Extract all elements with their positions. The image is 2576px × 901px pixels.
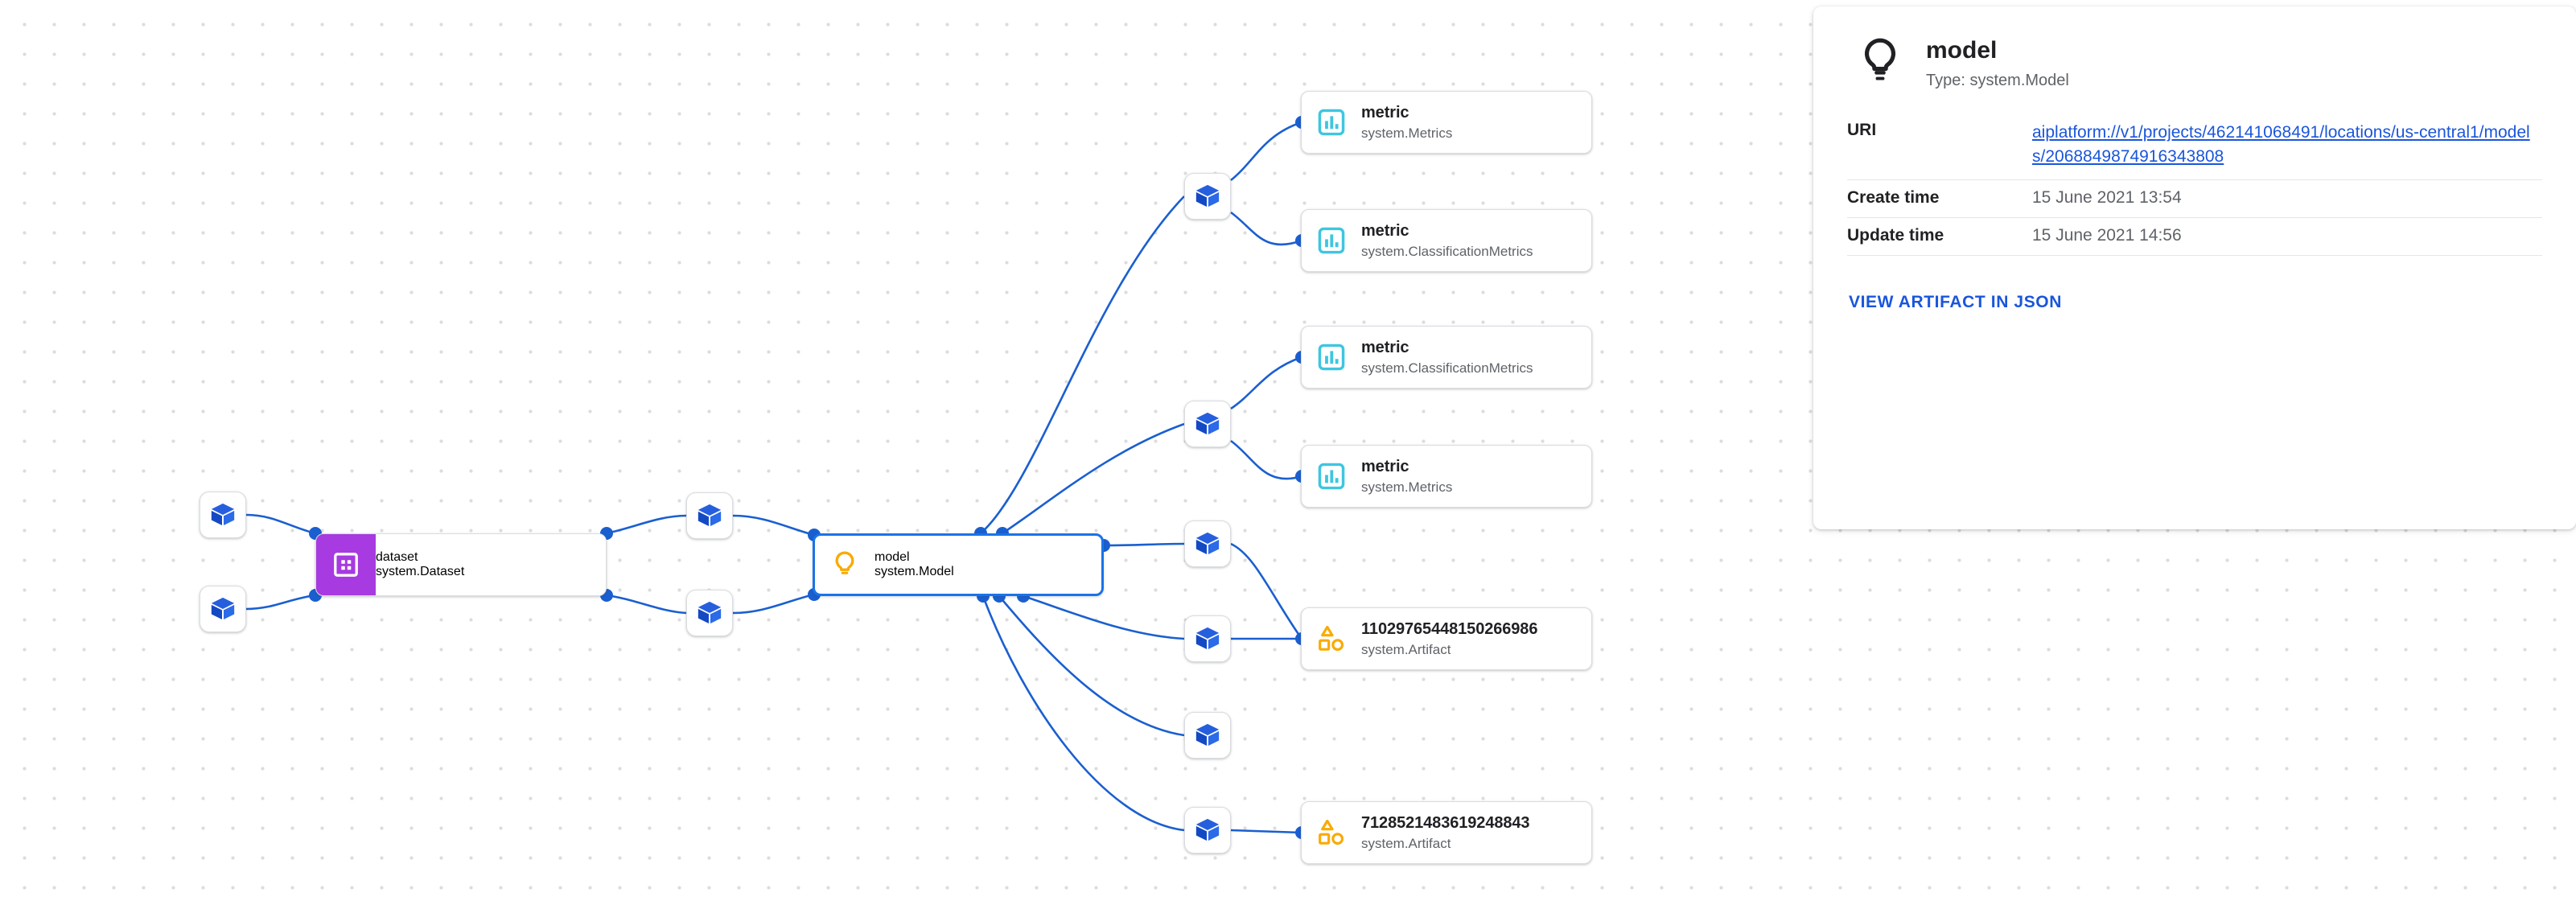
metric-card-title: metric [1361, 103, 1409, 121]
cube-node-mid-2[interactable] [686, 590, 733, 636]
dataset-node-subtitle: system.Dataset [376, 565, 465, 578]
edge-cube-out-6-artifact-2 [1230, 829, 1302, 834]
view-artifact-in-json-button[interactable]: VIEW ARTIFACT IN JSON [1847, 293, 2062, 312]
metric-card-subtitle: system.Metrics [1361, 479, 1453, 495]
bar-chart-icon [1302, 446, 1361, 507]
edge-model-cube-out-3 [1103, 542, 1185, 547]
metric-card-4[interactable]: metric system.Metrics [1301, 445, 1592, 508]
dataset-icon [316, 534, 376, 595]
cube-icon [696, 502, 723, 529]
metric-card-3[interactable]: metric system.ClassificationMetrics [1301, 326, 1592, 389]
edge-cube-mid-2-model [732, 593, 815, 615]
details-key: URI [1847, 113, 2032, 180]
details-row-update-time: Update time 15 June 2021 14:56 [1847, 217, 2542, 256]
artifact-card-subtitle: system.Artifact [1361, 835, 1451, 851]
artifact-details-panel: model Type: system.Model URI aiplatform:… [1813, 6, 2576, 529]
dataset-node-title: dataset [376, 550, 418, 564]
metric-card-subtitle: system.ClassificationMetrics [1361, 360, 1533, 376]
lightbulb-icon [815, 536, 874, 594]
edge-cube-in-2-dataset [245, 594, 316, 611]
edge-dataset-cube-mid-2 [606, 594, 687, 615]
panel-header: model Type: system.Model [1847, 34, 2542, 90]
model-node[interactable]: model system.Model [813, 533, 1104, 596]
panel-title: model [1926, 37, 1998, 64]
cube-icon [1194, 410, 1221, 438]
artifact-card-subtitle: system.Artifact [1361, 641, 1451, 657]
cube-node-in-1[interactable] [200, 492, 246, 538]
cube-icon [696, 599, 723, 627]
details-value: 15 June 2021 13:54 [2032, 179, 2542, 218]
metric-card-title: metric [1361, 221, 1409, 240]
bar-chart-icon [1302, 210, 1361, 271]
cube-icon [1194, 530, 1221, 557]
cube-node-in-2[interactable] [200, 586, 246, 632]
cube-node-out-4[interactable] [1184, 615, 1231, 662]
cube-icon [1194, 625, 1221, 652]
metric-card-title: metric [1361, 338, 1409, 356]
cube-node-out-3[interactable] [1184, 520, 1231, 567]
lineage-canvas[interactable]: dataset system.Dataset model system.Mode… [0, 0, 2576, 901]
details-table: URI aiplatform://v1/projects/46214106849… [1847, 113, 2542, 256]
artifact-card-title: 7128521483619248843 [1361, 813, 1530, 832]
edge-cube-out-1-metric-2 [1230, 211, 1302, 246]
edge-model-cube-out-4 [1023, 594, 1185, 640]
metric-card-1[interactable]: metric system.Metrics [1301, 91, 1592, 154]
edge-cube-out-3-artifact-1 [1230, 542, 1303, 640]
metric-card-title: metric [1361, 457, 1409, 475]
panel-type-label: Type: system.Model [1926, 72, 2069, 89]
artifact-card-2[interactable]: 7128521483619248843 system.Artifact [1301, 801, 1592, 864]
cube-icon [209, 501, 237, 529]
edge-model-cube-out-5 [998, 595, 1185, 737]
cube-icon [209, 595, 237, 623]
cube-node-mid-1[interactable] [686, 492, 733, 539]
cube-icon [1194, 817, 1221, 844]
edge-model-cube-out-2 [1002, 422, 1185, 535]
details-row-create-time: Create time 15 June 2021 13:54 [1847, 179, 2542, 218]
artifact-icon [1302, 608, 1361, 669]
cube-node-out-6[interactable] [1184, 807, 1231, 854]
cube-node-out-5[interactable] [1184, 712, 1231, 759]
lightbulb-icon [1855, 35, 1905, 89]
cube-node-out-1[interactable] [1184, 173, 1231, 220]
metric-card-subtitle: system.ClassificationMetrics [1361, 243, 1533, 259]
edge-model-cube-out-6 [981, 595, 1185, 832]
model-node-subtitle: system.Model [874, 565, 954, 578]
artifact-card-title: 11029765448150266986 [1361, 619, 1538, 638]
edge-model-cube-out-1 [980, 195, 1185, 534]
cube-node-out-2[interactable] [1184, 401, 1231, 447]
details-key: Update time [1847, 217, 2032, 256]
model-node-title: model [874, 550, 910, 564]
artifact-icon [1302, 802, 1361, 863]
details-key: Create time [1847, 179, 2032, 218]
uri-link[interactable]: aiplatform://v1/projects/462141068491/lo… [2032, 123, 2530, 166]
details-value: 15 June 2021 14:56 [2032, 217, 2542, 256]
edge-cube-out-2-metric-3 [1230, 356, 1302, 410]
details-row-uri: URI aiplatform://v1/projects/46214106849… [1847, 113, 2542, 180]
edge-cube-out-2-metric-4 [1230, 439, 1302, 480]
edge-cube-in-1-dataset [245, 513, 316, 535]
metric-card-2[interactable]: metric system.ClassificationMetrics [1301, 209, 1592, 272]
artifact-card-1[interactable]: 11029765448150266986 system.Artifact [1301, 607, 1592, 670]
cube-icon [1194, 722, 1221, 749]
dataset-node[interactable]: dataset system.Dataset [315, 533, 607, 596]
bar-chart-icon [1302, 92, 1361, 153]
metric-card-subtitle: system.Metrics [1361, 125, 1453, 141]
bar-chart-icon [1302, 327, 1361, 388]
edge-cube-out-1-metric-1 [1230, 121, 1302, 182]
cube-icon [1194, 183, 1221, 210]
edge-dataset-cube-mid-1 [606, 514, 687, 535]
edge-cube-mid-1-model [732, 514, 815, 537]
